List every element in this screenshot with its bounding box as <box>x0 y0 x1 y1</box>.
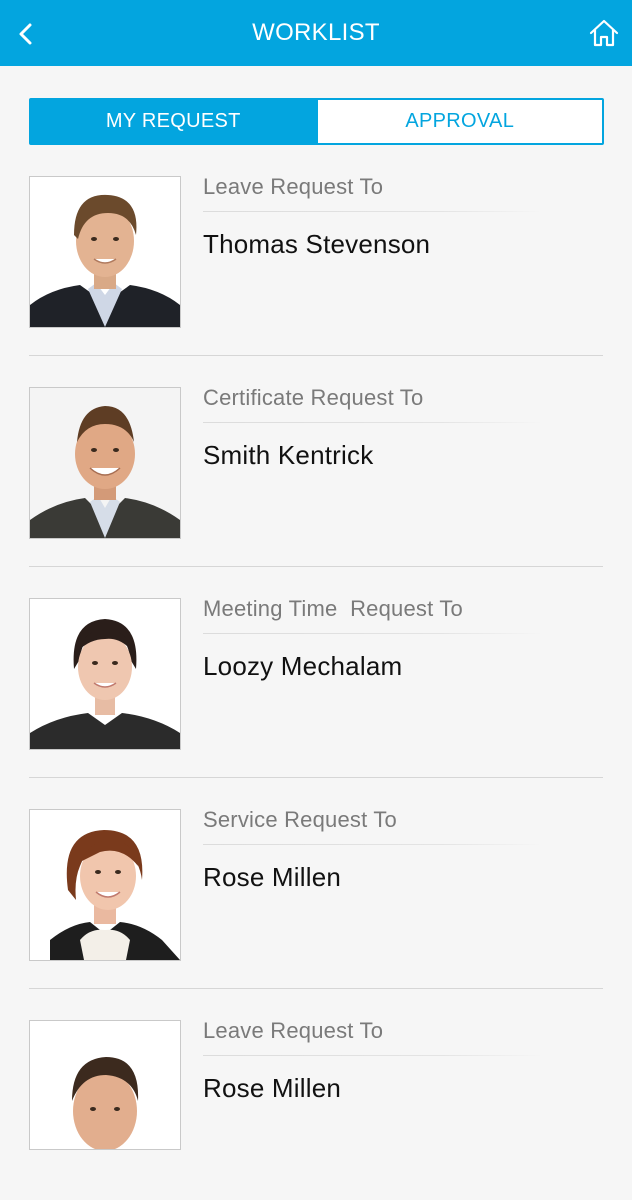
avatar <box>29 176 181 328</box>
list-item[interactable]: Meeting Time Request To Loozy Mechalam <box>0 567 632 778</box>
separator <box>203 422 543 423</box>
segmented-control: MY REQUEST APPROVAL <box>29 98 604 145</box>
avatar <box>29 809 181 961</box>
requester-name: Loozy Mechalam <box>203 651 403 681</box>
separator <box>203 211 543 212</box>
request-type: Meeting Time Request To <box>203 596 463 621</box>
request-type: Certificate Request To <box>203 385 424 410</box>
requester-name: Thomas Stevenson <box>203 229 431 259</box>
avatar <box>29 1020 181 1150</box>
request-type: Leave Request To <box>203 174 384 199</box>
page-title: WORKLIST <box>252 19 380 46</box>
request-type: Service Request To <box>203 807 397 832</box>
list-item[interactable]: Leave Request To Rose Millen <box>0 989 632 1200</box>
separator <box>203 1055 543 1056</box>
requester-name: Rose Millen <box>203 862 342 892</box>
request-type: Leave Request To <box>203 1018 384 1043</box>
home-icon <box>589 19 619 47</box>
separator <box>203 844 543 845</box>
tab-my-request[interactable]: MY REQUEST <box>31 100 316 143</box>
avatar <box>29 598 181 750</box>
top-bar: WORKLIST <box>0 0 632 66</box>
requester-name: Rose Millen <box>203 1073 342 1103</box>
request-list: Leave Request To Thomas Stevenson Certif… <box>0 145 632 1200</box>
avatar <box>29 387 181 539</box>
requester-name: Smith Kentrick <box>203 440 374 470</box>
separator <box>203 633 543 634</box>
tab-approval[interactable]: APPROVAL <box>315 100 602 143</box>
home-button[interactable] <box>586 15 622 51</box>
list-item[interactable]: Leave Request To Thomas Stevenson <box>0 145 632 356</box>
list-item[interactable]: Certificate Request To Smith Kentrick <box>0 356 632 567</box>
list-item[interactable]: Service Request To Rose Millen <box>0 778 632 989</box>
